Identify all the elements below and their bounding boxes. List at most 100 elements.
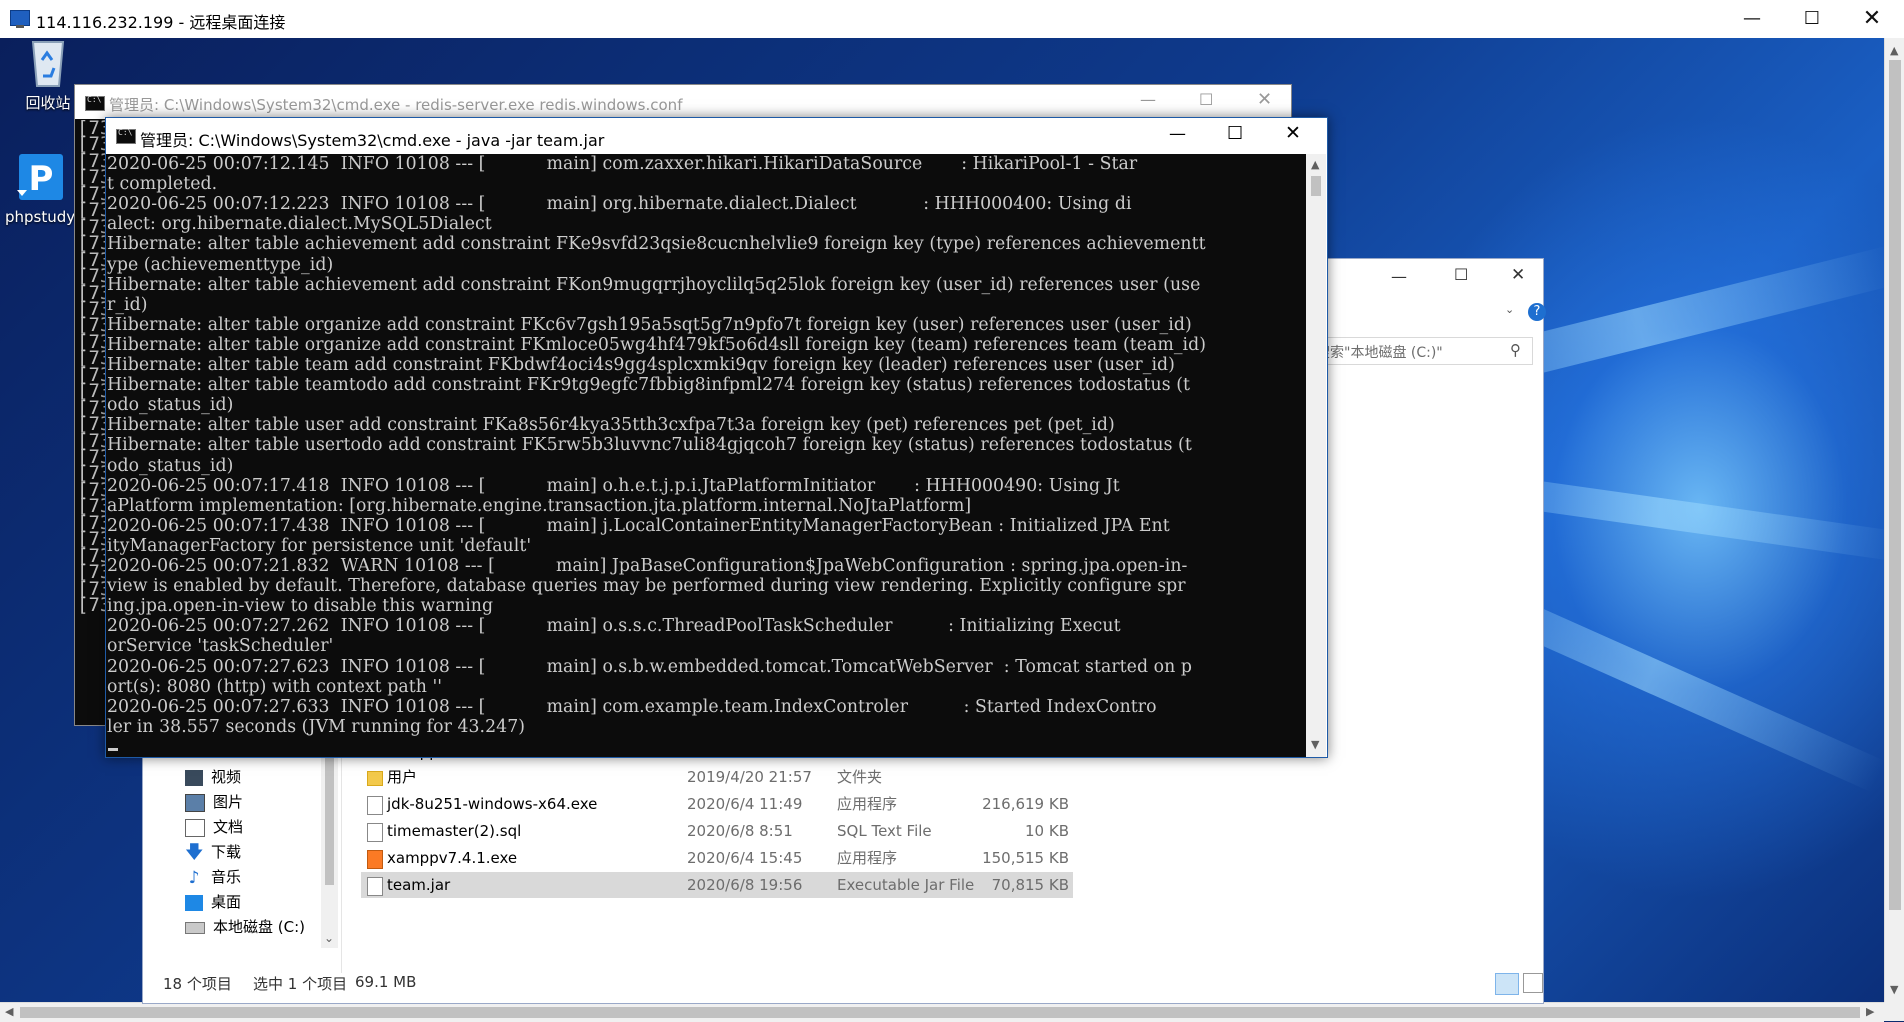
console-line: 2020-06-25 00:07:27.623 INFO 10108 --- [… xyxy=(107,656,1192,677)
remote-desktop-icon xyxy=(10,10,30,28)
file-date: 2019/4/20 21:57 xyxy=(687,768,812,786)
cmd-icon xyxy=(85,95,105,111)
rdp-window-title: 114.116.232.199 - 远程桌面连接 xyxy=(36,13,286,32)
close-button[interactable]: ✕ xyxy=(1257,89,1272,110)
console-line: 2020-06-25 00:07:27.633 INFO 10108 --- [… xyxy=(107,696,1157,717)
sidebar-item-label: 视频 xyxy=(211,768,242,786)
rdp-horizontal-scrollbar[interactable]: ◀ ▶ xyxy=(0,1002,1884,1022)
rdp-vertical-scrollbar[interactable]: ▲ ▼ xyxy=(1884,38,1904,1002)
console-line: t completed. xyxy=(107,174,218,195)
file-row[interactable]: xamppv7.4.1.exe 2020/6/4 15:45 应用程序 150,… xyxy=(361,845,1073,871)
console-line: 2020-06-25 00:07:12.223 INFO 10108 --- [… xyxy=(107,194,1132,215)
console-line: ype (achievementtype_id) xyxy=(107,254,334,275)
file-row[interactable]: timemaster(2).sql 2020/6/8 8:51 SQL Text… xyxy=(361,818,1073,844)
rdp-horizontal-scroll-thumb[interactable] xyxy=(20,1007,1860,1018)
rdp-scroll-corner xyxy=(1884,1002,1904,1021)
xampp-installer-icon xyxy=(367,850,383,869)
sidebar-item-downloads[interactable]: 🡇 下载 xyxy=(185,839,241,865)
minimize-button[interactable]: — xyxy=(1722,0,1782,38)
file-name: timemaster(2).sql xyxy=(387,822,522,840)
cmd-java-scrollbar[interactable]: ▲ ▼ xyxy=(1306,154,1326,757)
maximize-button[interactable]: ☐ xyxy=(1227,123,1243,144)
help-icon[interactable]: ? xyxy=(1528,303,1546,321)
file-date: 2020/6/8 8:51 xyxy=(687,822,793,840)
rdp-vertical-scroll-thumb[interactable] xyxy=(1889,60,1901,910)
pane-divider xyxy=(341,755,342,973)
file-row[interactable]: 用户 2019/4/20 21:57 文件夹 xyxy=(361,764,1073,790)
explorer-maximize-button[interactable]: ☐ xyxy=(1454,265,1468,284)
console-line: odo_status_id) xyxy=(107,395,234,416)
cmd-icon xyxy=(116,128,136,144)
console-line: Hibernate: alter table team add constrai… xyxy=(107,355,1175,375)
console-line: odo_status_id) xyxy=(107,455,234,476)
sidebar-scrollbar[interactable]: ⌄ xyxy=(321,755,338,948)
close-button[interactable]: ✕ xyxy=(1285,122,1301,144)
sidebar-item-pictures[interactable]: 图片 xyxy=(185,789,243,815)
large-icons-view-icon[interactable] xyxy=(1523,973,1543,993)
details-view-icon[interactable] xyxy=(1495,973,1519,995)
file-date: 2020/6/4 11:49 xyxy=(687,795,803,813)
console-line: r_id) xyxy=(107,294,148,315)
file-name: 用户 xyxy=(387,768,418,786)
console-line: view is enabled by default. Therefore, d… xyxy=(107,576,1186,597)
maximize-button[interactable]: ☐ xyxy=(1199,90,1213,109)
minimize-button[interactable]: — xyxy=(1140,90,1156,109)
console-line: Hibernate: alter table organize add cons… xyxy=(107,314,1192,335)
status-item-count: 18 个项目 xyxy=(163,975,232,993)
search-input[interactable]: 搜索"本地磁盘 (C:)" xyxy=(1316,342,1443,362)
console-line: ort(s): 8080 (http) with context path '' xyxy=(107,676,443,697)
ribbon-expand-icon[interactable]: ⌄ xyxy=(1505,303,1514,316)
explorer-close-button[interactable]: ✕ xyxy=(1511,265,1525,285)
file-size: 150,515 KB xyxy=(982,849,1069,867)
cmd-java-scroll-thumb[interactable] xyxy=(1311,176,1321,196)
explorer-minimize-button[interactable]: — xyxy=(1391,267,1407,286)
file-name: team.jar xyxy=(387,876,451,894)
close-button[interactable]: ✕ xyxy=(1842,0,1902,38)
file-row[interactable]: jdk-8u251-windows-x64.exe 2020/6/4 11:49… xyxy=(361,791,1073,817)
console-line: 2020-06-25 00:07:21.832 WARN 10108 --- [… xyxy=(107,556,1188,576)
search-icon[interactable]: ⚲ xyxy=(1510,341,1521,359)
sidebar-scroll-down-icon[interactable]: ⌄ xyxy=(324,931,334,945)
sidebar-item-music[interactable]: ♪ 音乐 xyxy=(185,864,241,890)
sql-file-icon xyxy=(367,823,383,842)
file-type: 应用程序 xyxy=(837,795,898,813)
file-size: 10 KB xyxy=(1025,822,1069,840)
desktop-icon-phpstudy[interactable]: P phpstudy xyxy=(5,152,75,226)
sidebar-scroll-thumb[interactable] xyxy=(325,755,334,885)
file-name: xamppv7.4.1.exe xyxy=(387,849,518,867)
sidebar-item-label: 下载 xyxy=(211,843,242,861)
maximize-button[interactable]: ☐ xyxy=(1782,0,1842,38)
sidebar-item-local-disk-c[interactable]: 本地磁盘 (C:) xyxy=(185,914,305,940)
console-line: Hibernate: alter table user add constrai… xyxy=(107,415,1115,436)
console-line: Hibernate: alter table usertodo add cons… xyxy=(107,435,1192,456)
minimize-button[interactable]: — xyxy=(1169,124,1186,144)
drive-icon xyxy=(185,921,205,934)
music-icon: ♪ xyxy=(188,867,200,888)
sidebar-item-videos[interactable]: 视频 xyxy=(185,764,241,790)
desktop-icon-recycle-bin[interactable]: 回收站 xyxy=(13,38,83,113)
console-line: 2020-06-25 00:07:17.438 INFO 10108 --- [… xyxy=(107,515,1170,536)
video-icon xyxy=(185,769,203,786)
console-line: Hibernate: alter table teamtodo add cons… xyxy=(107,375,1191,396)
file-type: 文件夹 xyxy=(837,768,883,786)
rdp-title-bar: 114.116.232.199 - 远程桌面连接 — ☐ ✕ xyxy=(0,0,1904,39)
phpstudy-icon: P xyxy=(17,154,63,200)
file-size: 216,619 KB xyxy=(982,795,1069,813)
picture-icon xyxy=(185,793,205,812)
download-icon: 🡇 xyxy=(185,841,204,863)
sidebar-item-documents[interactable]: 文档 xyxy=(185,814,243,840)
file-row-selected[interactable]: team.jar 2020/6/8 19:56 Executable Jar F… xyxy=(361,872,1073,898)
file-date: 2020/6/4 15:45 xyxy=(687,849,803,867)
cmd-java-console[interactable]: 2020-06-25 00:07:12.145 INFO 10108 --- [… xyxy=(106,154,1306,757)
sidebar-item-label: 文档 xyxy=(213,818,244,836)
console-line: Hibernate: alter table achievement add c… xyxy=(107,234,1206,255)
cmd-window-java[interactable]: 管理员: C:\Windows\System32\cmd.exe - java … xyxy=(105,117,1328,758)
cmd-java-title-bar: 管理员: C:\Windows\System32\cmd.exe - java … xyxy=(106,118,1327,154)
sidebar-item-label: 本地磁盘 (C:) xyxy=(213,918,305,936)
exe-file-icon xyxy=(367,796,383,815)
console-line: aPlatform implementation: [org.hibernate… xyxy=(107,495,972,516)
file-type: Executable Jar File xyxy=(837,876,975,894)
sidebar-item-desktop[interactable]: 桌面 xyxy=(185,889,241,915)
search-box[interactable]: 搜索"本地磁盘 (C:)" ⚲ xyxy=(1313,337,1533,365)
file-type: SQL Text File xyxy=(837,822,932,840)
